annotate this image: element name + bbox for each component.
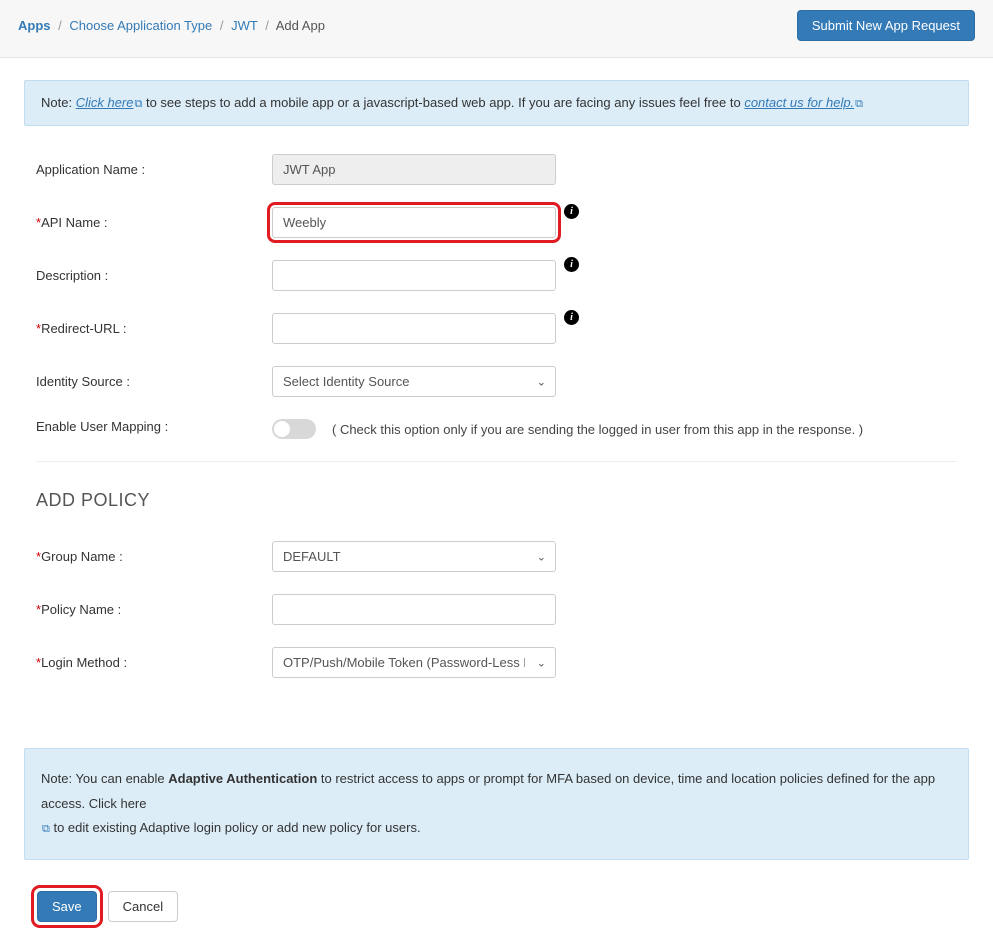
note-bold: Adaptive Authentication — [168, 771, 317, 786]
identity-source-label: Identity Source : — [36, 374, 272, 389]
note-prefix: Note: — [41, 95, 76, 110]
breadcrumb-sep: / — [265, 18, 269, 33]
info-icon[interactable]: i — [564, 310, 579, 325]
divider — [36, 461, 957, 462]
identity-source-select[interactable]: Select Identity Source — [272, 366, 556, 397]
application-name-label: Application Name : — [36, 162, 272, 177]
submit-new-app-button[interactable]: Submit New App Request — [797, 10, 975, 41]
row-application-name: Application Name : — [36, 154, 957, 185]
description-label: Description : — [36, 268, 272, 283]
row-api-name: *API Name : i — [36, 207, 957, 238]
breadcrumb-sep: / — [220, 18, 224, 33]
note-mid: to see steps to add a mobile app or a ja… — [146, 95, 744, 110]
user-mapping-label: Enable User Mapping : — [36, 419, 272, 434]
info-icon[interactable]: i — [564, 204, 579, 219]
row-redirect-url: *Redirect-URL : i — [36, 313, 957, 344]
top-note: Note: Click here⧉ to see steps to add a … — [24, 80, 969, 126]
redirect-url-input[interactable] — [272, 313, 556, 344]
row-identity-source: Identity Source : Select Identity Source… — [36, 366, 957, 397]
policy-name-input[interactable] — [272, 594, 556, 625]
policy-name-label: Policy Name : — [41, 602, 121, 617]
app-form: Application Name : *API Name : i Descrip… — [24, 154, 969, 718]
breadcrumb-choose-type[interactable]: Choose Application Type — [69, 18, 212, 33]
breadcrumb-current: Add App — [276, 18, 325, 33]
content-area: Note: Click here⧉ to see steps to add a … — [0, 58, 993, 945]
login-method-label: Login Method : — [41, 655, 127, 670]
save-highlight: Save — [36, 890, 98, 923]
application-name-input — [272, 154, 556, 185]
row-description: Description : i — [36, 260, 957, 291]
cancel-button[interactable]: Cancel — [108, 891, 178, 922]
row-group-name: *Group Name : DEFAULT ⌄ — [36, 541, 957, 572]
description-input[interactable] — [272, 260, 556, 291]
user-mapping-toggle[interactable] — [272, 419, 316, 439]
external-link-icon: ⧉ — [134, 98, 142, 110]
login-method-select[interactable]: OTP/Push/Mobile Token (Password-Less Log… — [272, 647, 556, 678]
redirect-url-label: Redirect-URL : — [41, 321, 126, 336]
info-icon[interactable]: i — [564, 257, 579, 272]
contact-us-link[interactable]: contact us for help. — [744, 95, 854, 110]
api-name-label: API Name : — [41, 215, 107, 230]
action-row: Save Cancel — [24, 890, 969, 923]
external-link-icon: ⧉ — [855, 98, 863, 110]
adaptive-click-here-link[interactable]: Click here — [89, 796, 147, 811]
row-policy-name: *Policy Name : — [36, 594, 957, 625]
breadcrumb-apps[interactable]: Apps — [18, 18, 51, 33]
row-login-method: *Login Method : OTP/Push/Mobile Token (P… — [36, 647, 957, 678]
group-name-label: Group Name : — [41, 549, 123, 564]
breadcrumb-sep: / — [58, 18, 62, 33]
bottom-note: Note: You can enable Adaptive Authentica… — [24, 748, 969, 860]
row-user-mapping: Enable User Mapping : ( Check this optio… — [36, 419, 957, 439]
group-name-select[interactable]: DEFAULT — [272, 541, 556, 572]
api-name-highlight — [272, 207, 556, 238]
save-button[interactable]: Save — [37, 891, 97, 922]
user-mapping-hint: ( Check this option only if you are send… — [332, 422, 863, 437]
external-link-icon: ⧉ — [42, 823, 50, 835]
add-policy-title: ADD POLICY — [36, 490, 957, 511]
note-prefix: Note: You can enable — [41, 771, 168, 786]
top-bar: Apps / Choose Application Type / JWT / A… — [0, 0, 993, 58]
breadcrumb: Apps / Choose Application Type / JWT / A… — [18, 18, 325, 33]
note-suffix: to edit existing Adaptive login policy o… — [50, 820, 421, 835]
api-name-input[interactable] — [272, 207, 556, 238]
click-here-link[interactable]: Click here — [76, 95, 134, 110]
breadcrumb-jwt[interactable]: JWT — [231, 18, 257, 33]
